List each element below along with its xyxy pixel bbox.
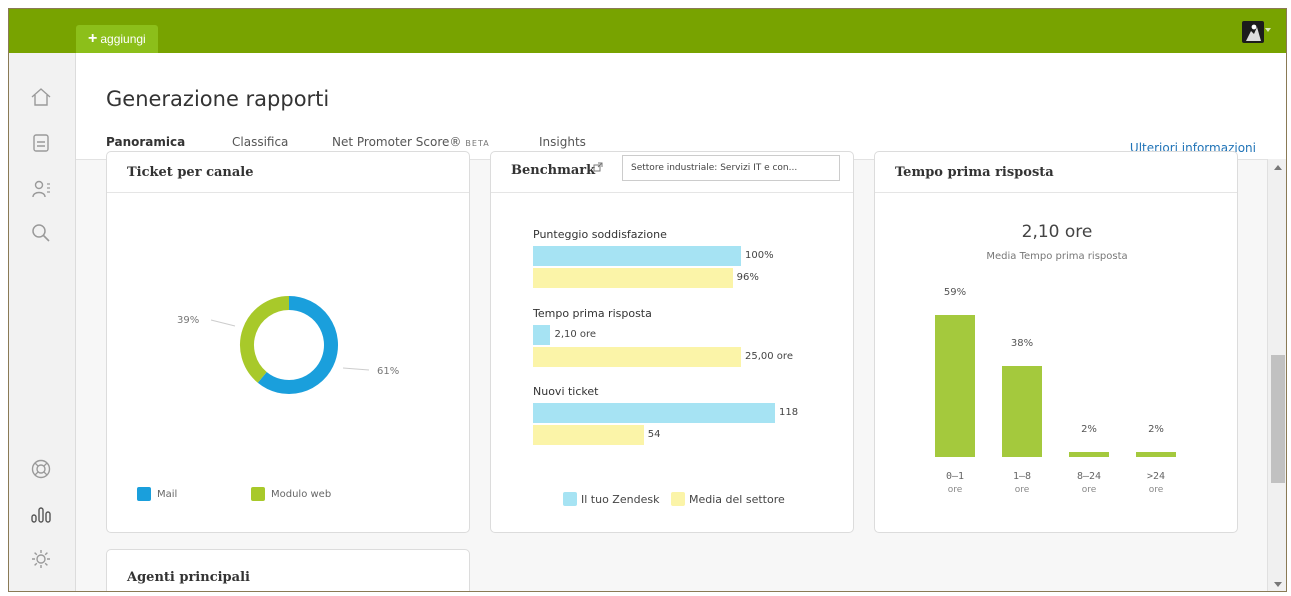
legend-label-mail: Mail <box>157 489 178 500</box>
histogram-category-label: 1–8 <box>1012 471 1032 482</box>
add-button[interactable]: + aggiungi <box>76 25 158 53</box>
donut-slice-web <box>240 296 290 383</box>
main-content: Generazione rapporti Panoramica Classifi… <box>76 53 1286 591</box>
avatar-dropdown-icon[interactable] <box>1265 28 1271 32</box>
scroll-up-icon[interactable] <box>1274 165 1282 170</box>
histogram-category-label: 8–24 <box>1076 471 1102 482</box>
tab-label: Panoramica <box>106 135 186 149</box>
slice-label-web: 39% <box>177 315 199 326</box>
benchmark-bar-sector <box>533 425 644 445</box>
response-time-card: Tempo prima risposta 2,10 ore Media Temp… <box>874 151 1238 533</box>
histogram-value-label: 38% <box>1010 337 1034 349</box>
histogram-value-label: 59% <box>943 287 967 298</box>
industry-dropdown[interactable]: Settore industriale: Servizi IT e con... <box>622 155 840 181</box>
scroll-down-icon[interactable] <box>1274 582 1282 587</box>
page-header: Generazione rapporti Panoramica Classifi… <box>76 53 1286 159</box>
histogram-unit-label: ore <box>1148 485 1164 495</box>
histogram-bar <box>1136 452 1176 457</box>
histogram-value-label: 2% <box>1148 424 1164 436</box>
histogram-unit-label: ore <box>1014 485 1030 495</box>
legend-swatch-web <box>251 487 265 501</box>
donut-chart: 39% 61% <box>177 296 399 394</box>
benchmark-bar-sector <box>533 347 741 367</box>
plus-icon: + <box>88 30 98 47</box>
card-header: Benchmark Settore industriale: Servizi I… <box>491 152 853 193</box>
benchmark-bar-yours <box>533 325 551 345</box>
benchmark-group-label: Nuovi ticket <box>533 385 599 398</box>
tab-label: Insights <box>539 135 586 149</box>
page-title: Generazione rapporti <box>106 87 330 111</box>
add-button-label: aggiungi <box>100 32 146 46</box>
benchmark-card: Benchmark Settore industriale: Servizi I… <box>490 151 854 533</box>
legend-swatch-mail <box>137 487 151 501</box>
settings-icon[interactable] <box>29 547 53 571</box>
tab-insights[interactable]: Insights <box>539 135 586 149</box>
users-icon[interactable] <box>29 177 53 201</box>
benchmark-value-yours: 100% <box>745 250 774 261</box>
benchmark-bar-sector <box>533 268 733 288</box>
tab-panoramica[interactable]: Panoramica <box>106 135 186 159</box>
tab-label: Net Promoter Score® <box>332 135 462 149</box>
legend-swatch-yours <box>563 492 577 506</box>
response-time-subtitle: Media Tempo prima risposta <box>986 251 1128 262</box>
benchmark-value-yours: 2,10 ore <box>554 329 597 340</box>
card-header: Tempo prima risposta <box>875 152 1237 193</box>
legend-swatch-sector <box>671 492 685 506</box>
app-window: + aggiungi Generazione rapporti Panorami… <box>8 8 1287 592</box>
tickets-icon[interactable] <box>29 131 53 155</box>
card-title: Tempo prima risposta <box>895 165 1054 180</box>
beta-badge: BETA <box>465 139 490 148</box>
histogram-unit-label: ore <box>1081 485 1097 495</box>
benchmark-value-sector: 96% <box>736 272 759 283</box>
benchmark-value-sector: 25,00 ore <box>745 351 793 362</box>
help-icon[interactable] <box>29 457 53 481</box>
legend-label-sector: Media del settore <box>689 493 785 506</box>
avatar-icon <box>1246 24 1261 41</box>
histogram-value-label: 2% <box>1081 424 1097 436</box>
histogram-category-label: >24 <box>1146 471 1166 482</box>
leader-line <box>210 319 236 327</box>
tab-classifica[interactable]: Classifica <box>232 135 288 149</box>
tab-label: Classifica <box>232 135 289 149</box>
sidebar <box>9 53 76 591</box>
benchmark-group-label: Punteggio soddisfazione <box>533 228 667 241</box>
external-link-icon[interactable] <box>593 162 603 172</box>
leader-line <box>342 367 370 371</box>
legend-label-yours: Il tuo Zendesk <box>581 493 660 506</box>
histogram-bar <box>1002 365 1042 457</box>
card-header: Ticket per canale <box>107 152 469 193</box>
card-title: Benchmark <box>511 163 596 178</box>
home-icon[interactable] <box>29 85 53 109</box>
card-title: Ticket per canale <box>127 165 254 180</box>
benchmark-bar-yours <box>533 246 741 266</box>
channel-card: Ticket per canale 39% 61% Mail Modulo we… <box>106 151 470 533</box>
benchmark-value-yours: 118 <box>779 407 799 418</box>
card-title: Agenti principali <box>127 570 250 585</box>
tab-net-promoter-score[interactable]: Net Promoter Score® BETA <box>332 135 490 149</box>
histogram-unit-label: ore <box>947 485 963 495</box>
benchmark-group-label: Tempo prima risposta <box>533 307 652 320</box>
legend-label-web: Modulo web <box>271 489 332 500</box>
top-bar: + aggiungi <box>9 9 1286 53</box>
histogram-bar <box>1069 452 1109 457</box>
user-avatar[interactable] <box>1242 21 1264 43</box>
histogram-bar <box>935 315 975 457</box>
donut-slice-mail <box>257 296 338 394</box>
benchmark-bar-yours <box>533 403 775 423</box>
agents-card: Agenti principali <box>106 549 470 591</box>
slice-label-mail: 61% <box>377 366 399 377</box>
search-icon[interactable] <box>29 221 53 245</box>
scroll-thumb[interactable] <box>1271 355 1285 483</box>
benchmark-value-sector: 54 <box>647 429 661 440</box>
histogram-category-label: 0–1 <box>945 471 965 482</box>
scrollbar[interactable] <box>1267 159 1286 591</box>
reports-icon[interactable] <box>29 501 53 525</box>
response-time-value: 2,10 ore <box>1021 222 1093 242</box>
